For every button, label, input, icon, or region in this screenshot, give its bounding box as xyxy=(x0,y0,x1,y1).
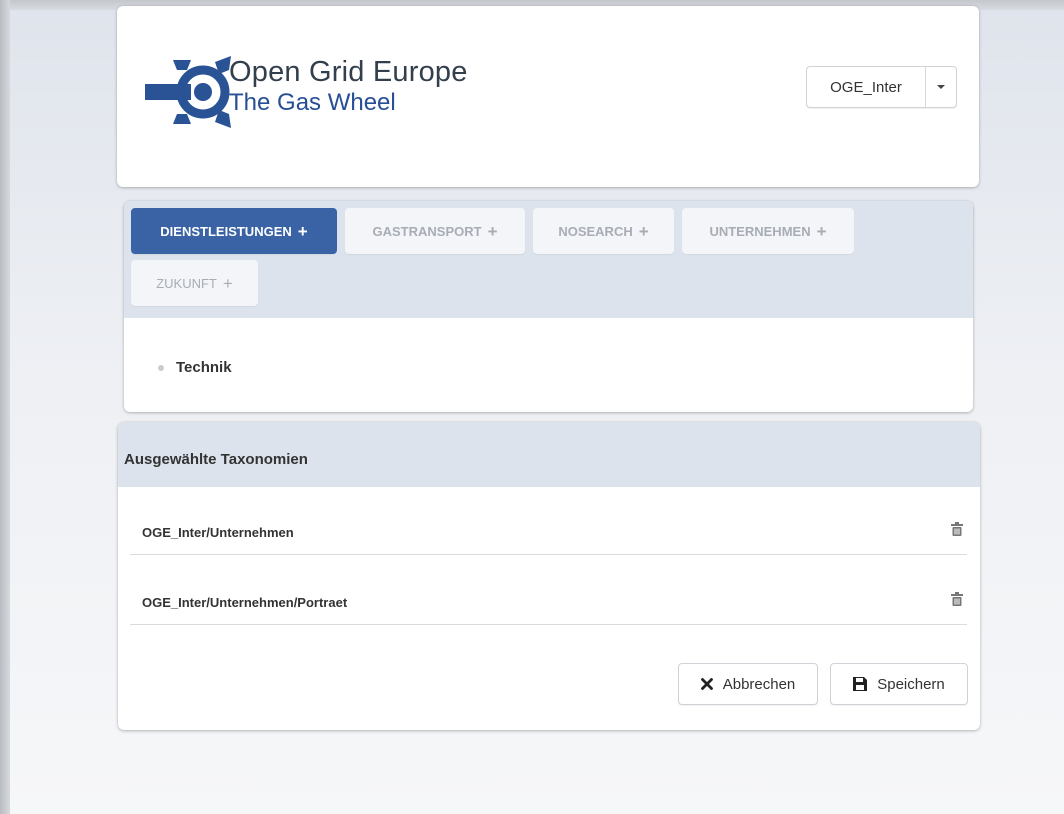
tab-nosearch[interactable]: NOSEARCH + xyxy=(533,208,674,254)
tab-label: ZUKUNFT xyxy=(156,275,217,291)
account-selector-value[interactable]: OGE_Inter xyxy=(807,67,926,107)
dropdown-toggle-button[interactable] xyxy=(926,67,956,107)
category-tab-bar: DIENSTLEISTUNGEN + GASTRANSPORT + NOSEAR… xyxy=(124,201,973,318)
floppy-disk-icon xyxy=(853,677,868,691)
selected-taxonomies-header: Ausgewählte Taxonomien xyxy=(118,422,980,487)
plus-icon: + xyxy=(487,221,498,241)
account-selector-dropdown[interactable]: OGE_Inter xyxy=(806,66,957,108)
tab-unternehmen[interactable]: UNTERNEHMEN + xyxy=(682,208,854,254)
tab-dienstleistungen[interactable]: DIENSTLEISTUNGEN + xyxy=(131,208,337,254)
header-panel: Open Grid Europe The Gas Wheel OGE_Inter xyxy=(117,6,979,187)
brand-subtitle: The Gas Wheel xyxy=(229,89,396,116)
cancel-button-label: Abbrechen xyxy=(722,675,796,693)
cancel-button[interactable]: Abbrechen xyxy=(678,663,818,705)
bullet-icon xyxy=(158,364,164,371)
tab-label: UNTERNEHMEN xyxy=(709,223,811,239)
brand-title: Open Grid Europe xyxy=(229,56,468,88)
tab-gastransport[interactable]: GASTRANSPORT + xyxy=(345,208,525,254)
taxonomy-path: OGE_Inter/Unternehmen/Portraet xyxy=(142,595,348,610)
brand-logo-text: Open Grid Europe The Gas Wheel xyxy=(229,58,468,115)
plus-icon: + xyxy=(297,221,308,241)
plus-icon: + xyxy=(222,273,233,293)
trash-icon[interactable] xyxy=(951,592,963,606)
category-item-label: Technik xyxy=(176,359,232,376)
trash-icon[interactable] xyxy=(951,522,963,536)
selected-taxonomies-panel: Ausgewählte Taxonomien OGE_Inter/Unterne… xyxy=(118,422,980,730)
save-button-label: Speichern xyxy=(877,675,945,693)
plus-icon: + xyxy=(816,221,827,241)
tab-label: NOSEARCH xyxy=(558,223,633,239)
taxonomy-row: OGE_Inter/Unternehmen xyxy=(130,488,967,555)
tab-label: DIENSTLEISTUNGEN xyxy=(160,223,292,239)
selected-taxonomies-title: Ausgewählte Taxonomien xyxy=(124,451,308,468)
taxonomy-row: OGE_Inter/Unternehmen/Portraet xyxy=(130,558,967,625)
plus-icon: + xyxy=(638,221,649,241)
save-button[interactable]: Speichern xyxy=(830,663,968,705)
close-icon xyxy=(700,678,713,690)
tab-zukunft[interactable]: ZUKUNFT + xyxy=(131,260,258,306)
tab-label: GASTRANSPORT xyxy=(372,223,482,239)
taxonomy-path: OGE_Inter/Unternehmen xyxy=(142,525,294,540)
caret-down-icon xyxy=(937,85,945,89)
category-panel: DIENSTLEISTUNGEN + GASTRANSPORT + NOSEAR… xyxy=(124,201,973,412)
window-frame-left xyxy=(0,0,10,814)
category-item-technik[interactable]: Technik xyxy=(158,359,232,376)
